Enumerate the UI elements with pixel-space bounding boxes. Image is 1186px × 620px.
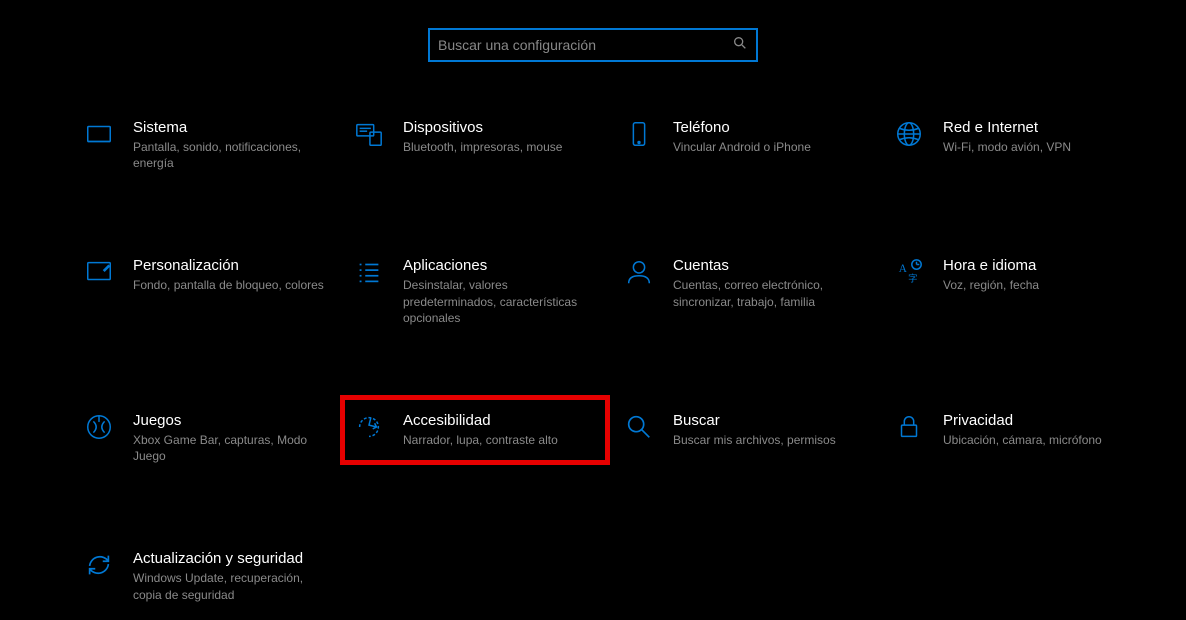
tile-title: Buscar — [673, 412, 865, 429]
tile-privacidad[interactable]: Privacidad Ubicación, cámara, micrófono — [880, 395, 1150, 465]
tile-cuentas[interactable]: Cuentas Cuentas, correo electrónico, sin… — [610, 240, 880, 326]
tile-title: Dispositivos — [403, 119, 595, 136]
tile-desc: Vincular Android o iPhone — [673, 139, 865, 155]
tile-title: Cuentas — [673, 257, 865, 274]
tile-title: Juegos — [133, 412, 325, 429]
phone-icon — [623, 119, 655, 151]
tile-dispositivos[interactable]: Dispositivos Bluetooth, impresoras, mous… — [340, 102, 610, 172]
tile-hora[interactable]: A 字 Hora e idioma Voz, región, fecha — [880, 240, 1150, 310]
tile-title: Accesibilidad — [403, 412, 595, 429]
time-language-icon: A 字 — [893, 257, 925, 289]
update-icon — [83, 550, 115, 582]
tile-title: Red e Internet — [943, 119, 1135, 136]
personalization-icon — [83, 257, 115, 289]
tile-red[interactable]: Red e Internet Wi-Fi, modo avión, VPN — [880, 102, 1150, 172]
tile-title: Actualización y seguridad — [133, 550, 325, 567]
tile-desc: Cuentas, correo electrónico, sincronizar… — [673, 277, 865, 309]
svg-text:A: A — [899, 263, 908, 275]
accessibility-icon — [353, 412, 385, 444]
tile-actualizacion[interactable]: Actualización y seguridad Windows Update… — [70, 533, 340, 619]
tile-desc: Pantalla, sonido, notificaciones, energí… — [133, 139, 325, 171]
tile-title: Personalización — [133, 257, 325, 274]
tile-desc: Windows Update, recuperación, copia de s… — [133, 570, 325, 602]
tile-title: Teléfono — [673, 119, 865, 136]
network-icon — [893, 119, 925, 151]
tile-accesibilidad[interactable]: Accesibilidad Narrador, lupa, contraste … — [340, 395, 610, 465]
privacy-icon — [893, 412, 925, 444]
search-icon — [732, 35, 748, 56]
accounts-icon — [623, 257, 655, 289]
apps-icon — [353, 257, 385, 289]
tile-aplicaciones[interactable]: Aplicaciones Desinstalar, valores predet… — [340, 240, 610, 343]
gaming-icon — [83, 412, 115, 444]
tile-desc: Desinstalar, valores predeterminados, ca… — [403, 277, 595, 326]
tile-buscar[interactable]: Buscar Buscar mis archivos, permisos — [610, 395, 880, 465]
tile-title: Aplicaciones — [403, 257, 595, 274]
search-box[interactable] — [428, 28, 758, 62]
system-icon — [83, 119, 115, 151]
tile-title: Hora e idioma — [943, 257, 1135, 274]
tile-personalizacion[interactable]: Personalización Fondo, pantalla de bloqu… — [70, 240, 340, 310]
tile-desc: Wi-Fi, modo avión, VPN — [943, 139, 1135, 155]
tile-desc: Xbox Game Bar, capturas, Modo Juego — [133, 432, 325, 464]
search-input[interactable] — [438, 37, 732, 53]
tile-title: Sistema — [133, 119, 325, 136]
tile-desc: Bluetooth, impresoras, mouse — [403, 139, 595, 155]
tile-title: Privacidad — [943, 412, 1135, 429]
tile-telefono[interactable]: Teléfono Vincular Android o iPhone — [610, 102, 880, 172]
tile-juegos[interactable]: Juegos Xbox Game Bar, capturas, Modo Jue… — [70, 395, 340, 481]
tile-desc: Fondo, pantalla de bloqueo, colores — [133, 277, 325, 293]
tile-sistema[interactable]: Sistema Pantalla, sonido, notificaciones… — [70, 102, 340, 188]
search-tile-icon — [623, 412, 655, 444]
settings-grid: Sistema Pantalla, sonido, notificaciones… — [0, 102, 1186, 620]
devices-icon — [353, 119, 385, 151]
tile-desc: Ubicación, cámara, micrófono — [943, 432, 1135, 448]
tile-desc: Narrador, lupa, contraste alto — [403, 432, 595, 448]
svg-text:字: 字 — [908, 273, 917, 285]
tile-desc: Buscar mis archivos, permisos — [673, 432, 865, 448]
tile-desc: Voz, región, fecha — [943, 277, 1135, 293]
